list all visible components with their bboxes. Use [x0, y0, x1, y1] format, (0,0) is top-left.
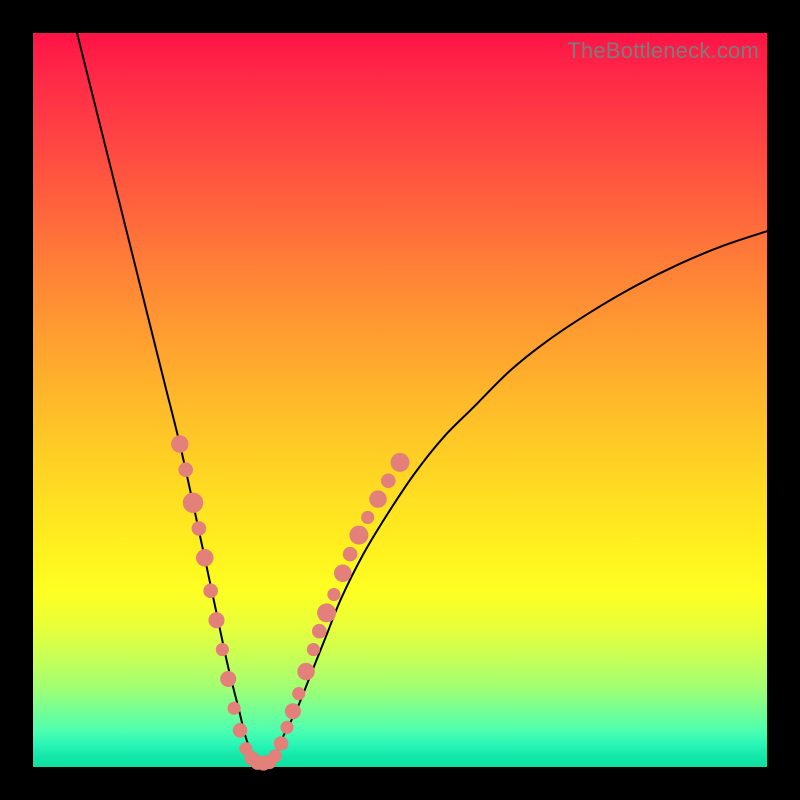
- highlight-dot: [369, 490, 387, 508]
- chart-frame: TheBottleneck.com: [0, 0, 800, 800]
- highlight-dot: [381, 473, 396, 488]
- highlight-dot: [312, 624, 327, 639]
- highlight-dot: [317, 603, 336, 622]
- highlight-dot: [171, 435, 189, 453]
- highlight-dot: [228, 702, 241, 715]
- highlight-dot: [233, 723, 248, 738]
- highlight-dot: [269, 749, 282, 762]
- highlight-dot: [178, 462, 193, 477]
- highlight-dot: [349, 526, 368, 545]
- highlight-dot: [280, 721, 293, 734]
- chart-svg: [33, 33, 767, 767]
- plot-area: TheBottleneck.com: [33, 33, 767, 767]
- highlight-dot: [216, 643, 229, 656]
- highlight-dot: [327, 588, 340, 601]
- highlight-dot: [196, 549, 214, 567]
- highlight-dot: [361, 511, 374, 524]
- highlight-dot: [183, 493, 203, 513]
- highlight-dot: [203, 584, 218, 599]
- highlight-dots-group: [171, 435, 409, 770]
- bottleneck-curve: [77, 33, 767, 764]
- highlight-dot: [292, 687, 305, 700]
- highlight-dot: [307, 643, 320, 656]
- watermark-text: TheBottleneck.com: [567, 38, 759, 64]
- highlight-dot: [391, 453, 410, 472]
- highlight-dot: [274, 736, 289, 751]
- highlight-dot: [285, 703, 301, 719]
- highlight-dot: [220, 671, 236, 687]
- highlight-dot: [208, 612, 224, 628]
- highlight-dot: [343, 547, 358, 562]
- highlight-dot: [334, 564, 352, 582]
- highlight-dot: [192, 521, 207, 536]
- highlight-dot: [297, 663, 315, 681]
